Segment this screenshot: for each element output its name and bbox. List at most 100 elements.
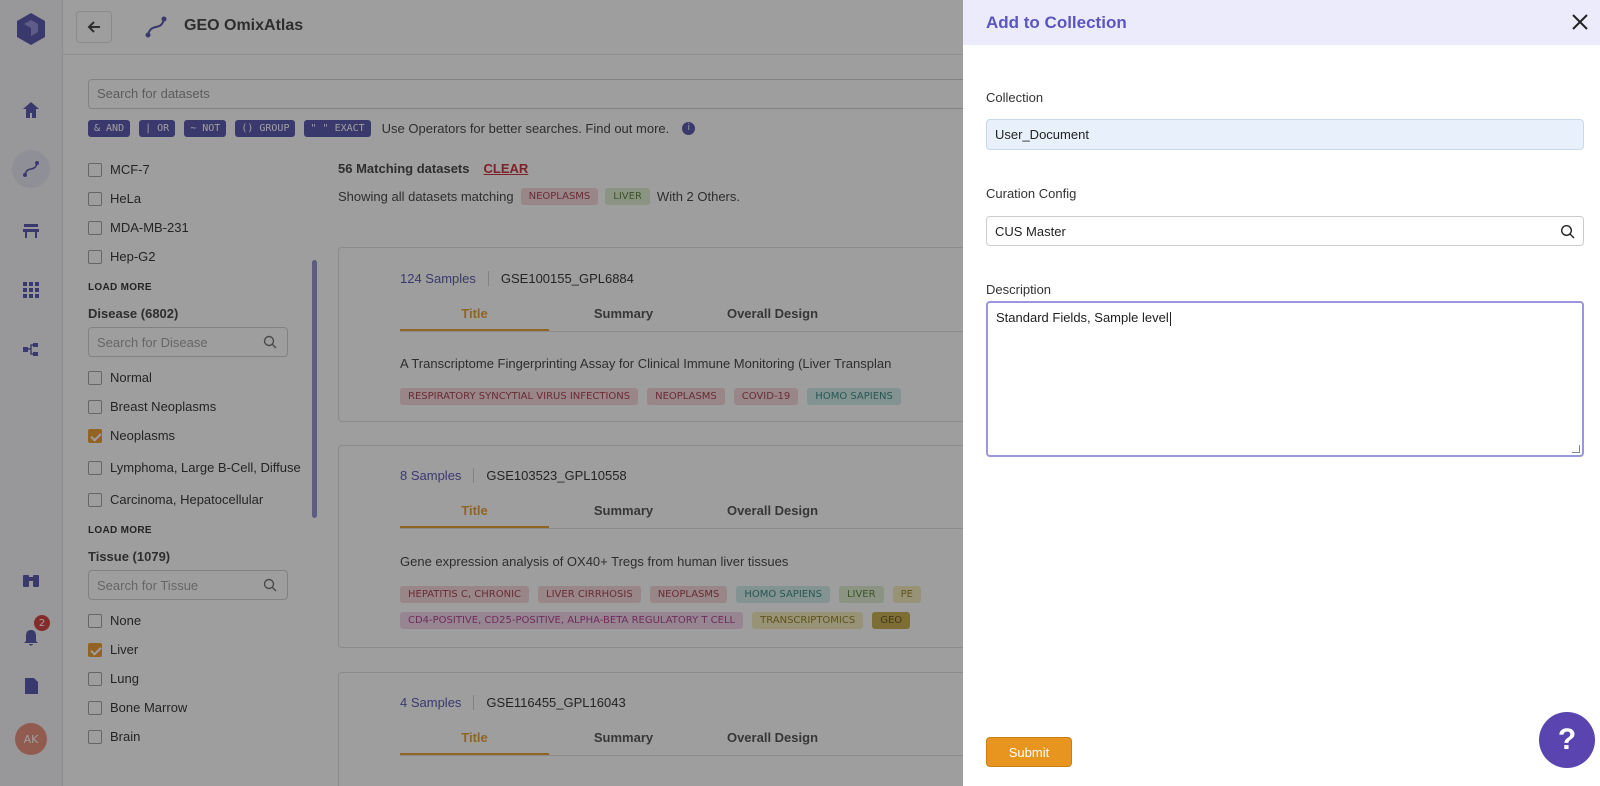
- workbench-icon[interactable]: [12, 211, 50, 249]
- results-area: 56 Matching datasets CLEAR Showing all d…: [338, 155, 1040, 786]
- filter-option-label: MDA-MB-231: [110, 220, 189, 235]
- tissue-filter-heading: Tissue (1079): [88, 549, 171, 564]
- operator-group[interactable]: () GROUP: [235, 120, 296, 137]
- checkbox[interactable]: [88, 671, 102, 686]
- tab-summary[interactable]: Summary: [549, 300, 698, 331]
- tag-chip: TRANSCRIPTOMICS: [752, 612, 864, 629]
- filter-option[interactable]: Lung: [88, 664, 318, 693]
- active-filter-chip[interactable]: NEOPLASMS: [520, 187, 599, 205]
- dataset-card-header: 8 Samples GSE103523_GPL10558: [400, 468, 627, 483]
- curation-config-field[interactable]: CUS Master: [986, 216, 1584, 246]
- filter-option[interactable]: MCF-7: [88, 155, 318, 184]
- filter-option[interactable]: None: [88, 606, 318, 635]
- search-icon[interactable]: [1560, 224, 1575, 239]
- checkbox[interactable]: [88, 729, 102, 744]
- filter-option[interactable]: Hep-G2: [88, 242, 318, 271]
- back-button[interactable]: [76, 11, 112, 43]
- dataset-tags: HEPATITIS C, CHRONIC LIVER CIRRHOSIS NEO…: [400, 586, 921, 603]
- filter-option[interactable]: Lymphoma, Large B-Cell, Diffuse: [88, 450, 318, 485]
- active-filter-chip[interactable]: LIVER: [605, 187, 650, 205]
- filter-option-label: MCF-7: [110, 162, 150, 177]
- dataset-search-input[interactable]: Search for datasets: [88, 79, 988, 109]
- tab-overall-design[interactable]: Overall Design: [698, 724, 847, 755]
- dataset-card-header: 4 Samples GSE116455_GPL16043: [400, 695, 626, 710]
- filter-option[interactable]: Carcinoma, Hepatocellular: [88, 485, 318, 514]
- filter-option[interactable]: Bone Marrow: [88, 693, 318, 722]
- checkbox[interactable]: [88, 191, 102, 206]
- tab-title[interactable]: Title: [400, 300, 549, 331]
- binoculars-icon[interactable]: [12, 562, 50, 600]
- description-textarea[interactable]: Standard Fields, Sample level: [986, 301, 1584, 457]
- checkbox[interactable]: [88, 460, 102, 475]
- load-more-button[interactable]: LOAD MORE: [88, 514, 318, 547]
- sample-count[interactable]: 8 Samples: [400, 468, 475, 483]
- dataset-title: Gene expression analysis of OX40+ Tregs …: [400, 554, 789, 569]
- dataset-card[interactable]: 8 Samples GSE103523_GPL10558 Title Summa…: [338, 445, 1040, 648]
- document-icon[interactable]: [12, 667, 50, 705]
- showing-suffix[interactable]: With 2 Others.: [657, 189, 740, 204]
- dataset-id: GSE100155_GPL6884: [500, 271, 634, 286]
- pipeline-icon[interactable]: [12, 331, 50, 369]
- checkbox[interactable]: [88, 492, 102, 507]
- showing-line: Showing all datasets matching NEOPLASMS …: [338, 181, 1038, 211]
- user-avatar[interactable]: AK: [15, 723, 47, 755]
- collection-field[interactable]: User_Document: [986, 119, 1584, 150]
- tag-chip: LIVER CIRRHOSIS: [538, 586, 641, 603]
- operators-hint[interactable]: Use Operators for better searches. Find …: [382, 121, 670, 136]
- submit-button[interactable]: Submit: [986, 737, 1072, 767]
- disease-search-input[interactable]: Search for Disease: [88, 327, 288, 357]
- operator-or[interactable]: | OR: [139, 120, 176, 137]
- curation-config-label: Curation Config: [986, 186, 1077, 201]
- filter-option-label: Brain: [110, 729, 141, 744]
- operator-not[interactable]: ~ NOT: [184, 120, 227, 137]
- sample-count[interactable]: 124 Samples: [400, 271, 489, 286]
- tab-overall-design[interactable]: Overall Design: [698, 300, 847, 331]
- notifications-icon[interactable]: 2: [12, 615, 50, 657]
- tab-summary[interactable]: Summary: [549, 497, 698, 528]
- checkbox-checked[interactable]: [88, 428, 102, 443]
- filter-option[interactable]: HeLa: [88, 184, 318, 213]
- home-icon[interactable]: [12, 91, 50, 129]
- load-more-button[interactable]: LOAD MORE: [88, 271, 318, 304]
- filter-option[interactable]: Neoplasms: [88, 421, 318, 450]
- atlas-icon[interactable]: [12, 150, 50, 188]
- panel-header: Add to Collection: [963, 0, 1600, 45]
- help-button[interactable]: ?: [1539, 712, 1595, 768]
- operator-and[interactable]: & AND: [88, 120, 131, 137]
- resize-handle[interactable]: [1572, 445, 1580, 453]
- tissue-search-input[interactable]: Search for Tissue: [88, 570, 288, 600]
- filter-option[interactable]: Liver: [88, 635, 318, 664]
- info-icon[interactable]: i: [682, 122, 696, 135]
- checkbox[interactable]: [88, 700, 102, 715]
- sample-count[interactable]: 4 Samples: [400, 695, 475, 710]
- tab-summary[interactable]: Summary: [549, 724, 698, 755]
- filter-option-label: Lymphoma, Large B-Cell, Diffuse: [110, 460, 301, 475]
- match-summary: 56 Matching datasets CLEAR: [338, 155, 1038, 181]
- filter-option[interactable]: Brain: [88, 722, 318, 751]
- checkbox[interactable]: [88, 613, 102, 628]
- clear-filters-link[interactable]: CLEAR: [484, 161, 529, 176]
- logo-icon[interactable]: [16, 12, 46, 46]
- dataset-card[interactable]: 4 Samples GSE116455_GPL16043 Title Summa…: [338, 672, 1040, 786]
- checkbox[interactable]: [88, 249, 102, 264]
- checkbox[interactable]: [88, 370, 102, 385]
- filter-option[interactable]: MDA-MB-231: [88, 213, 318, 242]
- filter-option-label: Breast Neoplasms: [110, 399, 217, 414]
- checkbox[interactable]: [88, 220, 102, 235]
- close-icon[interactable]: [1570, 12, 1590, 32]
- filter-option[interactable]: Normal: [88, 363, 318, 392]
- checkbox[interactable]: [88, 399, 102, 414]
- checkbox[interactable]: [88, 162, 102, 177]
- operator-exact[interactable]: " " EXACT: [304, 120, 371, 137]
- tab-title[interactable]: Title: [400, 724, 549, 755]
- tab-overall-design[interactable]: Overall Design: [698, 497, 847, 528]
- filter-option[interactable]: Breast Neoplasms: [88, 392, 318, 421]
- dataset-card[interactable]: 124 Samples GSE100155_GPL6884 Title Summ…: [338, 247, 1040, 422]
- tissue-search-placeholder: Search for Tissue: [97, 578, 199, 593]
- filter-option-label: Lung: [110, 671, 139, 686]
- checkbox-checked[interactable]: [88, 642, 102, 657]
- dataset-title: A Transcriptome Fingerprinting Assay for…: [400, 356, 892, 371]
- apps-grid-icon[interactable]: [12, 271, 50, 309]
- tab-title[interactable]: Title: [400, 497, 549, 528]
- filter-scrollbar[interactable]: [312, 260, 317, 518]
